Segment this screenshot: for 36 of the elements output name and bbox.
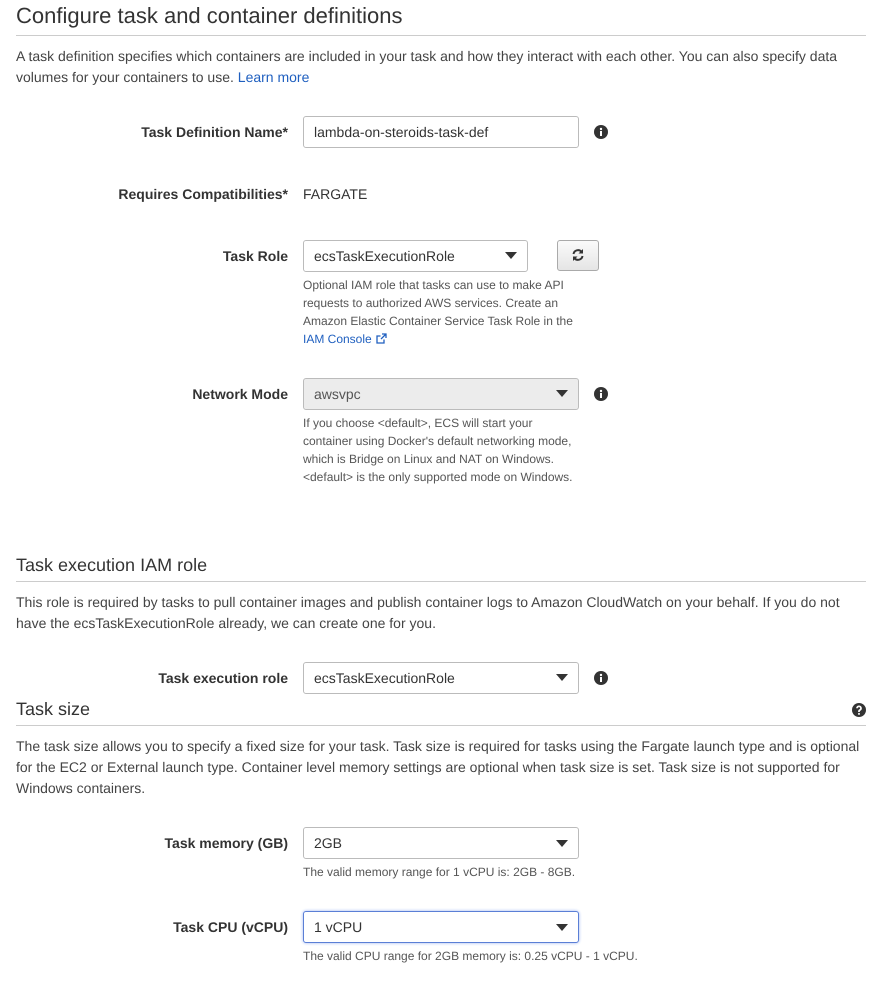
field-value: FARGATE	[303, 184, 368, 204]
section-heading: Configure task and container definitions	[16, 2, 402, 30]
caret-icon	[556, 390, 568, 398]
select-field[interactable]: 2GB	[303, 827, 579, 860]
caret-icon	[556, 674, 568, 682]
help-text: The valid CPU range for 2GB memory is: 0.25 vCPU - 1 vCPU.	[303, 948, 638, 966]
external-link-icon	[376, 332, 387, 344]
learn-more-link[interactable]: Learn more	[238, 68, 310, 85]
section-description: The task size allows you to specify a fixed size for your task. Task size is required for tasks using the Fargate launch type and is optional for the EC2 or External launch type. Container level memory settings are optional when task size is set. Task size is not supported for Windows containers.	[16, 737, 860, 798]
field-label: Task CPU (vCPU)	[172, 918, 288, 938]
field-label: Task Role	[222, 246, 288, 266]
section-description: A task definition specifies which containers are included in your task and how they interact with each other. You can also specify data volumes for your containers to use. Learn more	[16, 46, 838, 87]
caret-icon	[556, 840, 568, 847]
field-label: Requires Compatibilities*	[117, 184, 288, 204]
help-text: Optional IAM role that tasks can use to make API requests to authorized AWS services. Create an Amazon Elastic Container Service Task Role in the IAM Console	[303, 276, 574, 348]
field-label: Task execution role	[157, 668, 288, 688]
info-icon[interactable]	[594, 124, 608, 139]
field-label: Task Definition Name*	[140, 122, 288, 142]
field-label: Network Mode	[191, 384, 288, 404]
section-heading: Task size	[16, 698, 90, 721]
help-icon[interactable]	[852, 702, 866, 717]
refresh-icon	[571, 248, 585, 262]
caret-icon	[556, 924, 568, 931]
help-text: The valid memory range for 1 vCPU is: 2GB - 8GB.	[303, 864, 576, 882]
select-field[interactable]: ecsTaskExecutionRole	[303, 662, 579, 694]
section-description: This role is required by tasks to pull container images and publish container logs to Amazon CloudWatch on your behalf. If you do not have the ecsTaskExecutionRole already, we can create one for you.	[16, 592, 841, 633]
caret-icon	[505, 252, 517, 260]
help-text: If you choose <default>, ECS will start your container using Docker's default networking mode, which is Bridge on Linux and NAT on Windows. <default> is the only supported mode on Windows.	[303, 414, 574, 486]
select-field[interactable]: 1 vCPU	[303, 911, 579, 944]
info-icon[interactable]	[594, 670, 608, 685]
field-label: Task memory (GB)	[164, 834, 288, 854]
refresh-button[interactable]	[557, 240, 599, 271]
iam-console-link[interactable]: IAM Console	[303, 332, 387, 346]
section-heading: Task execution IAM role	[16, 554, 208, 577]
select-field[interactable]: ecsTaskExecutionRole	[303, 240, 528, 272]
text-field[interactable]: lambda-on-steroids-task-def	[303, 116, 579, 148]
